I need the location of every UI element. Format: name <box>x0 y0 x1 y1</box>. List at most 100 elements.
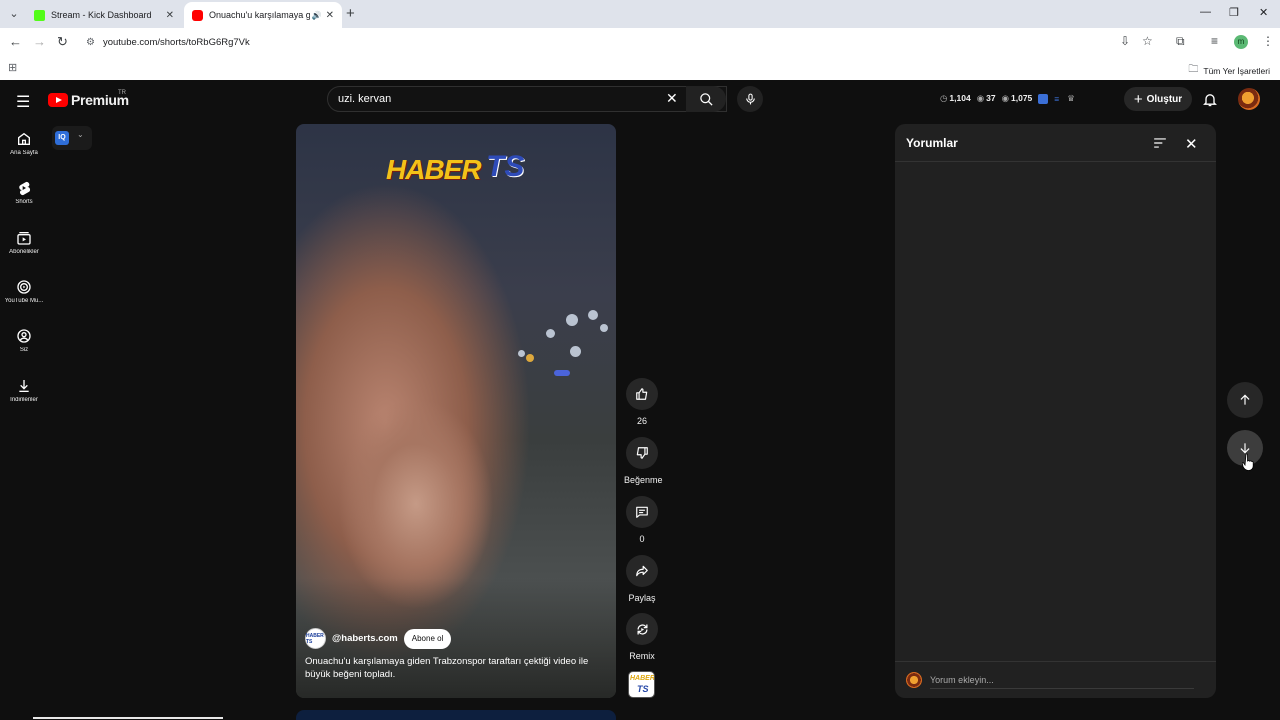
guide-item-subscriptions[interactable]: Abonelikler <box>0 230 48 255</box>
download-icon <box>19 380 29 392</box>
window-close-icon[interactable]: ✕ <box>1259 6 1268 19</box>
extensions-icon[interactable]: ⧉ <box>1176 34 1185 49</box>
stat-views: 1,104 <box>949 93 971 103</box>
reading-list-icon[interactable]: ≡ <box>1211 34 1218 48</box>
voice-search-button[interactable] <box>737 86 763 112</box>
video-frame-detail <box>554 370 570 376</box>
haber-ts-logo-mark: TS <box>486 150 525 183</box>
guide-label: Shorts <box>15 199 33 205</box>
previous-short-button[interactable] <box>1227 382 1263 418</box>
channel-avatar[interactable]: HABER TS <box>305 628 326 649</box>
kick-favicon-icon <box>34 9 45 21</box>
minimize-icon[interactable]: — <box>1200 6 1211 18</box>
eye-icon: ◉ <box>1001 93 1010 103</box>
channel-row: HABER TS @haberts.com Abone ol <box>305 628 452 649</box>
tab-kick-dashboard[interactable]: Stream - Kick Dashboard ✕ <box>26 2 182 28</box>
remix-button[interactable] <box>626 613 658 645</box>
share-icon <box>636 565 648 577</box>
all-bookmarks-button[interactable]: 🗀 Tüm Yer İşaretleri <box>1188 62 1270 79</box>
tab-youtube-short[interactable]: Onuachu'u karşılamaya gid 🔊 ✕ <box>184 2 342 28</box>
queue-icon[interactable]: ≡ <box>1054 94 1059 104</box>
search-input[interactable] <box>338 91 638 107</box>
plus-icon: + <box>1133 90 1143 108</box>
chrome-menu-icon[interactable]: ⋮ <box>1262 34 1274 48</box>
browser-tab-strip: ⌄ Stream - Kick Dashboard ✕ Onuachu'u ka… <box>0 0 1280 28</box>
iq-logo-icon: IQ <box>55 131 69 145</box>
video-frame-detail <box>526 354 534 362</box>
comments-title: Yorumlar <box>906 136 958 150</box>
dislike-label: Beğenme <box>624 475 663 485</box>
tab-search-chevron-icon[interactable]: ⌄ <box>4 4 24 24</box>
menu-icon[interactable]: ☰ <box>16 92 30 112</box>
arrow-up-icon <box>1240 394 1250 405</box>
channel-handle[interactable]: @haberts.com <box>332 633 398 644</box>
subscribe-button[interactable]: Abone ol <box>403 628 452 649</box>
address-bar[interactable]: ⚙ youtube.com/shorts/toRbG6Rg7Vk <box>78 31 1166 53</box>
install-app-icon[interactable]: ⇩ <box>1120 34 1130 48</box>
bookmark-star-icon[interactable]: ☆ <box>1142 34 1153 48</box>
taskbar-indicator <box>33 717 223 719</box>
remix-action[interactable]: Remix <box>624 613 660 661</box>
notifications-bell-icon[interactable] <box>1202 91 1218 113</box>
comment-icon <box>636 506 648 518</box>
tab-close-icon[interactable]: ✕ <box>326 10 334 21</box>
browser-toolbar: ← → ↻ ⚙ youtube.com/shorts/toRbG6Rg7Vk ⇩… <box>0 28 1280 56</box>
comment-input[interactable] <box>930 671 1194 689</box>
guide-item-you[interactable]: Siz <box>0 328 48 353</box>
share-action[interactable]: Paylaş <box>624 555 660 603</box>
haber-ts-logo-word: HABER <box>386 154 482 185</box>
trophy-icon[interactable]: ♕ <box>1067 93 1075 104</box>
guide-item-shorts[interactable]: Shorts <box>0 180 48 205</box>
account-avatar[interactable] <box>1238 88 1260 110</box>
iq-extension-icon[interactable] <box>1038 93 1049 104</box>
sound-pivot-thumbnail[interactable]: HABER TS <box>628 671 655 698</box>
close-icon[interactable]: ✕ <box>1185 135 1198 153</box>
dislike-button[interactable] <box>626 437 658 469</box>
remix-label: Remix <box>629 651 655 661</box>
region-code: TR <box>118 90 126 96</box>
youtube-music-icon <box>17 280 31 294</box>
site-info-icon[interactable]: ⚙ <box>86 37 95 48</box>
home-icon <box>18 132 30 145</box>
next-short-preview[interactable] <box>296 710 616 720</box>
short-video-player[interactable]: HABER TS <box>296 124 616 698</box>
profile-avatar[interactable]: m <box>1234 35 1248 49</box>
video-frame-detail <box>588 310 598 320</box>
subscriptions-icon <box>17 232 31 245</box>
like-action[interactable]: 26 <box>624 378 660 426</box>
create-button[interactable]: + Oluştur <box>1124 87 1192 111</box>
like-button[interactable] <box>626 378 658 410</box>
mouse-pointer-hand-icon <box>1242 453 1254 471</box>
video-caption[interactable]: Onuachu'u karşılamaya giden Trabzonspor … <box>305 655 605 681</box>
share-label: Paylaş <box>628 593 656 603</box>
sort-icon[interactable] <box>1153 136 1167 154</box>
guide-item-home[interactable]: Ana Sayfa <box>0 131 48 156</box>
comments-action[interactable]: 0 <box>624 496 660 544</box>
speaker-icon[interactable]: 🔊 <box>312 11 322 20</box>
bookmarks-bar: ⊞ 🗀 Tüm Yer İşaretleri <box>0 56 1280 80</box>
search-button[interactable] <box>686 86 726 112</box>
tab-close-icon[interactable]: ✕ <box>166 10 174 21</box>
youtube-logo[interactable]: Premium <box>48 92 129 108</box>
share-button[interactable] <box>626 555 658 587</box>
clear-search-icon[interactable]: ✕ <box>666 90 678 107</box>
chevron-down-icon[interactable]: ⌄ <box>77 130 84 139</box>
guide-label: YouTube Mu... <box>4 298 44 304</box>
forward-icon[interactable]: → <box>33 34 46 49</box>
guide-item-downloads[interactable]: İndirilenler <box>0 378 48 403</box>
remix-icon <box>636 623 648 635</box>
like-count: 26 <box>636 416 647 426</box>
guide-item-youtube-music[interactable]: YouTube Mu... <box>0 279 48 304</box>
guide-label: İndirilenler <box>10 397 38 403</box>
new-tab-icon[interactable]: + <box>346 5 355 22</box>
eye-icon: ◉ <box>976 93 985 103</box>
restore-icon[interactable]: ❐ <box>1229 6 1239 19</box>
comments-button[interactable] <box>626 496 658 528</box>
dislike-action[interactable]: Beğenme <box>624 437 663 485</box>
comment-count: 0 <box>639 534 645 544</box>
create-label: Oluştur <box>1146 93 1183 105</box>
back-icon[interactable]: ← <box>9 34 22 49</box>
apps-grid-icon[interactable]: ⊞ <box>8 61 17 74</box>
reload-icon[interactable]: ↻ <box>57 34 68 50</box>
folder-icon: 🗀 <box>1188 64 1199 75</box>
